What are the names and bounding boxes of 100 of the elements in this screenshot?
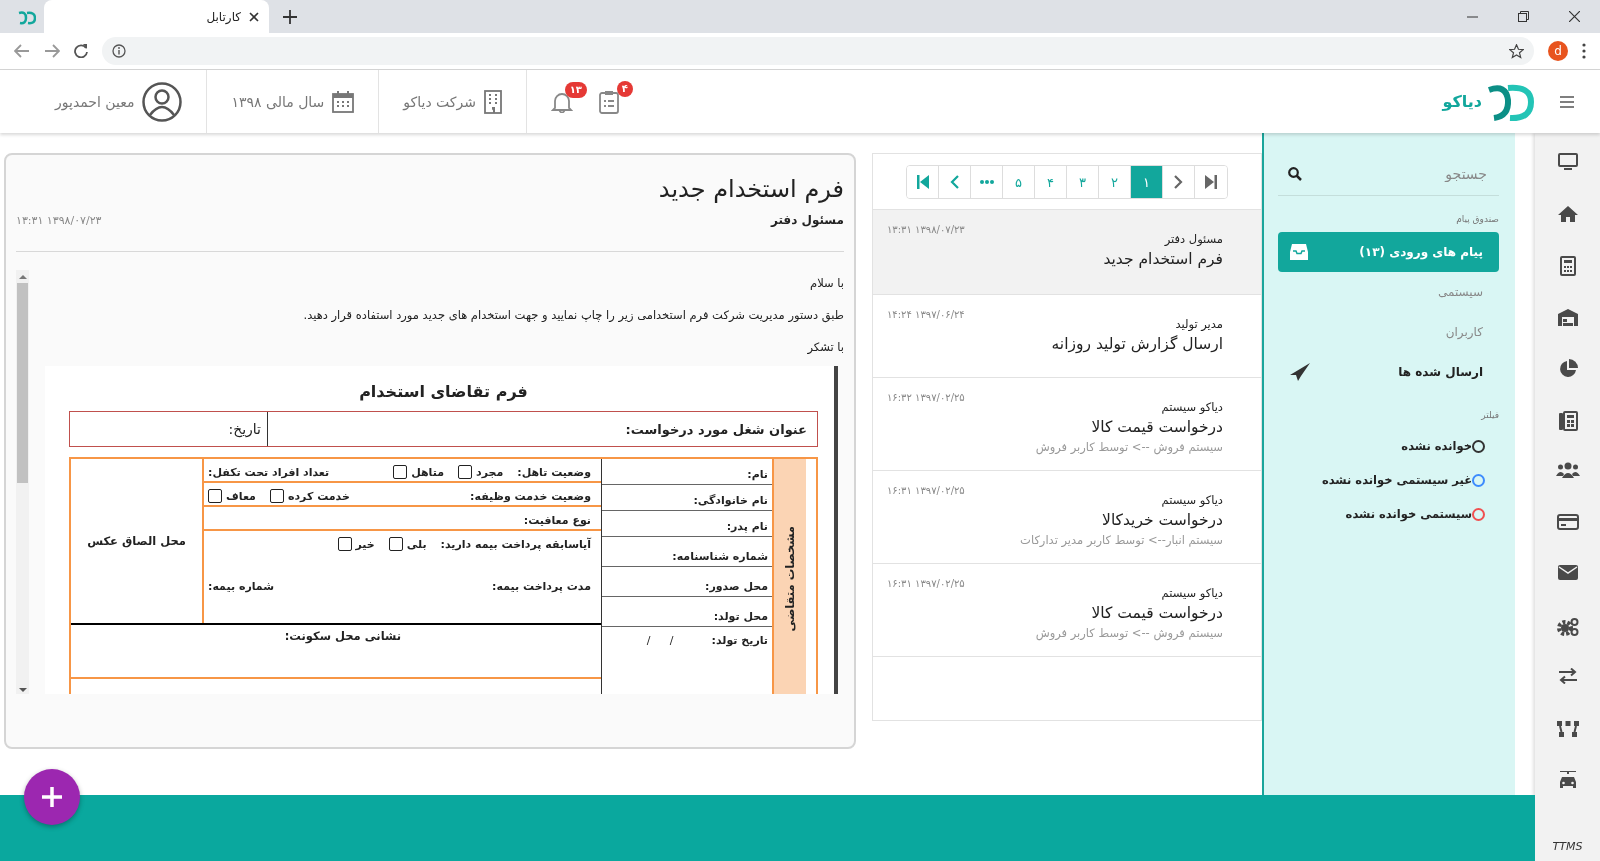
brand-name: دیاکو — [1442, 92, 1482, 111]
star-icon[interactable] — [1509, 43, 1524, 59]
form-label: نوع معافیت: — [523, 513, 591, 527]
car-icon[interactable] — [1557, 771, 1578, 791]
message-time: ۱۳:۳۱ ۱۳۹۸/۰۷/۲۳ — [887, 224, 965, 235]
message-sender: دیاکو سیستم — [1161, 493, 1223, 507]
scroll-up-icon[interactable] — [18, 273, 27, 281]
option-label: معاف — [226, 489, 256, 503]
skip-first-icon — [916, 175, 929, 189]
message-subject: درخواست قیمت کالا — [1091, 604, 1223, 622]
filter-option[interactable]: سیستمی خوانده نشده — [1278, 506, 1499, 522]
message-detail: سیستم انبار--> توسط کاربر مدیر تدارکات — [1020, 533, 1223, 547]
field-label: محل تولد: — [713, 610, 768, 623]
browser-tab[interactable]: کارتابل — [44, 0, 269, 33]
calendar-icon[interactable] — [332, 90, 355, 113]
gears-icon[interactable] — [1556, 616, 1579, 637]
date-slashes: / / — [646, 634, 674, 647]
form-label: آیاسابقه پرداخت بیمه دارید: — [440, 537, 591, 551]
message-sender: مسئول دفتر — [770, 213, 844, 227]
user-avatar-icon[interactable] — [142, 81, 183, 122]
radio-button[interactable] — [1472, 439, 1485, 453]
logo-icon — [18, 11, 36, 25]
form-label: مدت پرداخت بیمه: — [492, 579, 591, 593]
option-label: خیر — [355, 537, 375, 551]
message-detail: سیستم فروش --> توسط کاربر فروش — [1035, 626, 1223, 640]
scrollbar[interactable] — [16, 270, 29, 694]
filter-option[interactable]: غیر سیستمی خوانده نشده — [1278, 472, 1499, 488]
users-icon[interactable] — [1555, 462, 1580, 478]
kebab-menu-icon[interactable] — [1582, 43, 1586, 59]
skip-last-icon — [1205, 175, 1217, 189]
folder-item[interactable]: ارسال شده ها — [1278, 352, 1499, 392]
forward-arrow-icon[interactable] — [44, 44, 60, 58]
user-name[interactable]: معین احمدپور — [55, 93, 135, 110]
photo-label: محل الصاق عکس — [87, 534, 186, 548]
message-item[interactable]: ۱۶:۳۱ ۱۳۹۷/۰۲/۲۵ دیاکو سیستم درخواست قیمت کالا سیستم فروش --> توسط کاربر فروش — [873, 563, 1261, 657]
option-label: مجرد — [476, 465, 504, 479]
page-button[interactable]: ۱ — [1131, 166, 1163, 198]
form-title: فرم تقاضای استخدام — [358, 382, 529, 401]
bell-icon[interactable] — [550, 90, 573, 113]
scroll-down-icon[interactable] — [18, 686, 27, 694]
message-paragraph: طبق دستور مدیریت شرکت فرم استخدامی زیر را چاپ نمایید و جهت استخدام های جدید مورد استفاده قرار دهید. — [302, 308, 844, 322]
message-sender: دیاکو سیستم — [1161, 400, 1223, 414]
option-label: خدمت کرده — [287, 489, 350, 503]
field-label: نام: — [747, 468, 768, 481]
message-time: ۱۶:۳۱ ۱۳۹۷/۰۲/۲۵ — [887, 578, 965, 589]
add-button[interactable] — [24, 769, 80, 825]
info-icon[interactable] — [112, 44, 126, 58]
profile-avatar[interactable]: d — [1548, 41, 1568, 61]
building-icon[interactable] — [483, 89, 502, 114]
message-sender: مسئول دفتر — [1164, 232, 1223, 246]
pie-chart-icon[interactable] — [1557, 359, 1578, 379]
app-label: TTMS — [1552, 840, 1583, 853]
option-label: متاهل — [411, 465, 444, 479]
warehouse-icon[interactable] — [1556, 307, 1579, 326]
ellipsis-icon — [979, 180, 994, 184]
folder-item[interactable]: پیام های ورودی (۱۳) — [1278, 232, 1499, 272]
paper-plane-icon — [1290, 363, 1310, 381]
search-field[interactable]: جستجو — [1325, 165, 1489, 183]
back-arrow-icon[interactable] — [14, 44, 30, 58]
search-icon[interactable] — [1288, 167, 1302, 181]
address-label: نشانی محل سکونت: — [284, 629, 401, 643]
section-label: فیلتر — [1480, 410, 1499, 420]
radio-button[interactable] — [1472, 507, 1485, 521]
close-icon[interactable] — [1569, 11, 1580, 22]
clipboard-icon[interactable] — [598, 89, 619, 114]
menu-icon[interactable] — [1560, 95, 1574, 108]
chevron-left-icon — [950, 175, 959, 189]
message-subject: درخواست قیمت کالا — [1091, 418, 1223, 436]
inbox-icon — [1290, 244, 1308, 260]
card-icon[interactable] — [1556, 513, 1579, 530]
folder-item[interactable]: کاربران — [1278, 312, 1499, 352]
filter-option[interactable]: خوانده نشده — [1278, 438, 1499, 454]
message-item[interactable]: ۱۳:۳۱ ۱۳۹۸/۰۷/۲۳ مسئول دفتر فرم استخدام جدید — [873, 209, 1261, 294]
message-subject: ارسال گزارش تولید روزانه — [1051, 335, 1223, 353]
notification-badge: ۱۳ — [564, 81, 587, 98]
close-icon[interactable] — [249, 11, 259, 22]
envelope-icon[interactable] — [1557, 565, 1578, 580]
folder-item[interactable]: سیستمی — [1278, 272, 1499, 312]
form-label: وضعیت خدمت وظیفه: — [470, 489, 591, 503]
company-name[interactable]: شرکت دیاکو — [403, 93, 476, 110]
message-paragraph: با سلام — [809, 276, 844, 290]
monitor-icon[interactable] — [1557, 153, 1578, 171]
reload-icon[interactable] — [74, 44, 88, 58]
calculator-icon[interactable] — [1559, 256, 1576, 276]
radio-button[interactable] — [1472, 473, 1485, 487]
office-phone-icon[interactable] — [1557, 410, 1578, 431]
home-icon[interactable] — [1556, 204, 1579, 223]
plus-icon[interactable] — [283, 10, 297, 24]
message-detail: سیستم فروش --> توسط کاربر فروش — [1035, 440, 1223, 454]
field-label: محل صدور: — [705, 580, 768, 593]
message-paragraph: با تشکر — [806, 340, 844, 354]
first-page-button[interactable] — [907, 166, 939, 198]
message-time: ۱۶:۳۱ ۱۳۹۷/۰۲/۲۵ — [887, 485, 965, 496]
message-title: فرم استخدام جدید — [657, 175, 844, 203]
fiscal-year[interactable]: سال مالی ۱۳۹۸ — [231, 93, 325, 110]
swap-arrows-icon[interactable] — [1557, 668, 1578, 684]
message-time: ۱۳:۳۱ ۱۳۹۸/۰۷/۲۳ — [16, 213, 102, 227]
restore-icon[interactable] — [1518, 11, 1529, 22]
field-label: شماره شناسنامه: — [672, 550, 768, 563]
network-icon[interactable] — [1556, 719, 1579, 738]
